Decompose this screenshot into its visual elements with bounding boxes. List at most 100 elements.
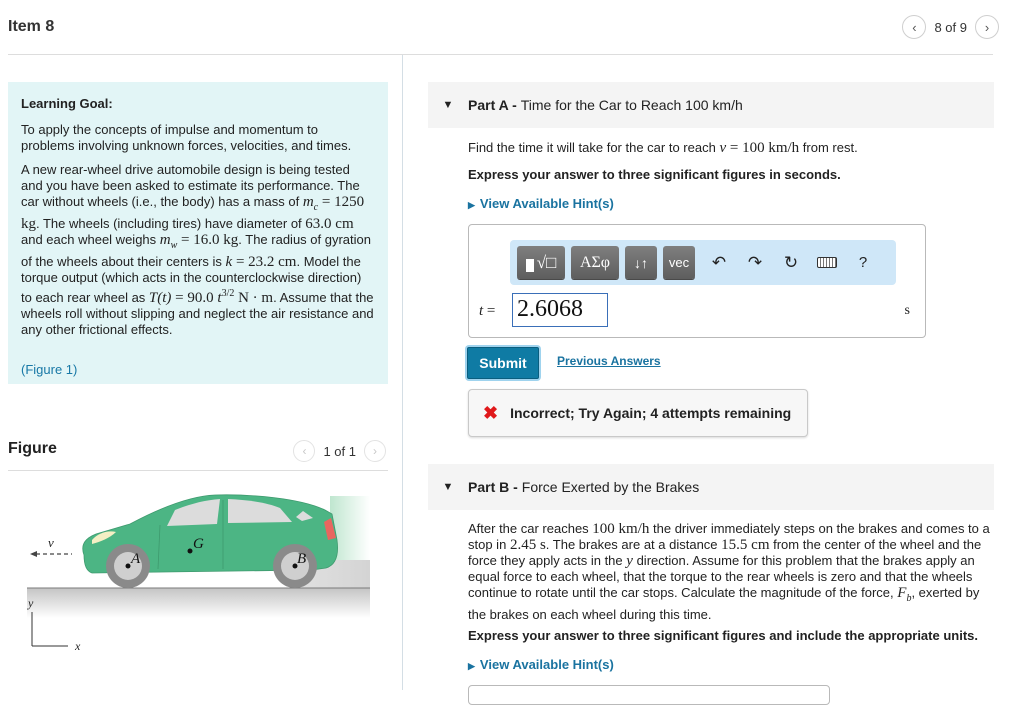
label-b: B xyxy=(297,551,306,567)
chevron-right-icon: › xyxy=(984,19,990,35)
redo-button[interactable]: ↷ xyxy=(737,246,773,279)
figure-pager-text: 1 of 1 xyxy=(323,443,356,459)
item-header: Item 8 ‹ 8 of 9 › xyxy=(0,0,1013,55)
math-toolbar: √□ ΑΣφ ↓↑ vec ↶ ↷ ↻ ? xyxy=(510,240,896,285)
label-x: x xyxy=(74,639,81,653)
part-a-hint: ▶ View Available Hint(s) xyxy=(468,196,993,213)
label-v: v xyxy=(48,535,54,550)
gyration-value: = 23.2 cm xyxy=(232,254,297,270)
part-a-label: Part A - xyxy=(468,97,517,113)
part-a-header[interactable]: ▼ Part A - Time for the Car to Reach 100… xyxy=(428,82,994,128)
keyboard-button[interactable] xyxy=(809,246,845,279)
label-g: G xyxy=(193,536,204,552)
direction-variable: y xyxy=(626,553,633,569)
stop-time-value: 2.45 s xyxy=(509,537,546,553)
figure-pager: ‹ 1 of 1 › xyxy=(293,440,386,462)
part-a-prompt: Find the time it will take for the car t… xyxy=(468,140,993,156)
reset-button[interactable]: ↻ xyxy=(773,246,809,279)
greek-symbols-button[interactable]: ΑΣφ xyxy=(571,246,619,279)
item-title: Item 8 xyxy=(8,18,55,35)
answer-input[interactable]: 2.6068 xyxy=(512,293,608,327)
problem-text: and each wheel weighs xyxy=(21,232,157,247)
diameter-value: 63.0 cm xyxy=(305,216,354,232)
gyration-expression: k = 23.2 cm xyxy=(226,254,297,270)
wheel-mass-expression: mw = 16.0 kg xyxy=(159,232,239,251)
chevron-right-icon: › xyxy=(373,444,377,458)
keyboard-icon xyxy=(817,257,837,268)
part-b-instruction: Express your answer to three significant… xyxy=(468,628,978,643)
answer-label: t = xyxy=(479,303,495,320)
chevron-left-icon: ‹ xyxy=(912,19,917,35)
radical-icon: √□ xyxy=(536,252,557,272)
template-block-icon xyxy=(525,259,534,272)
caret-right-icon: ▶ xyxy=(468,200,475,210)
learning-goal-intro: To apply the concepts of impulse and mom… xyxy=(21,122,352,153)
point-g-marker xyxy=(187,548,193,554)
answer-box: √□ ΑΣφ ↓↑ vec ↶ ↷ ↻ ? t = 2.6068 s xyxy=(468,224,926,338)
view-hints-link[interactable]: ▶ View Available Hint(s) xyxy=(468,657,614,672)
brake-distance-value: 15.5 cm xyxy=(721,537,770,553)
problem-text: . The wheels (including tires) have diam… xyxy=(36,216,302,231)
subscript-superscript-button[interactable]: ↓↑ xyxy=(625,246,657,279)
item-pager: ‹ 8 of 9 › xyxy=(902,15,999,39)
point-a-marker xyxy=(125,563,131,569)
next-item-button[interactable]: › xyxy=(975,15,999,39)
figure-1-link[interactable]: (Figure 1) xyxy=(21,362,77,378)
prompt-text: After the car reaches xyxy=(468,521,589,536)
previous-item-button[interactable]: ‹ xyxy=(902,15,927,39)
view-hints-link[interactable]: ▶ View Available Hint(s) xyxy=(468,196,614,211)
undo-icon: ↶ xyxy=(711,252,727,272)
feedback-message: ✖ Incorrect; Try Again; 4 attempts remai… xyxy=(468,389,808,437)
mass-symbol: m xyxy=(302,194,314,210)
redo-icon: ↷ xyxy=(747,252,763,272)
speed-value: 100 km/h xyxy=(592,521,650,537)
torque-exponent: 3/2 xyxy=(221,288,235,299)
label-a: A xyxy=(130,551,141,567)
feedback-text: Incorrect; Try Again; 4 attempts remaini… xyxy=(510,405,792,421)
wheel-mass-value: = 16.0 kg xyxy=(177,232,239,248)
figure-divider xyxy=(8,470,388,471)
prompt-text: Find the time it will take for the car t… xyxy=(468,140,716,155)
caret-down-icon: ▼ xyxy=(442,481,454,493)
answer-unit: s xyxy=(904,303,910,318)
learning-goal-heading: Learning Goal: xyxy=(21,96,113,111)
next-figure-button[interactable]: › xyxy=(364,440,386,462)
part-b-answer-box xyxy=(468,685,830,705)
answer-equals: = xyxy=(483,303,496,319)
problem-statement: A new rear-wheel drive automobile design… xyxy=(21,162,375,338)
previous-figure-button[interactable]: ‹ xyxy=(293,440,316,462)
chevron-left-icon: ‹ xyxy=(302,444,307,458)
torque-lhs: T(t) xyxy=(148,290,172,306)
torque-coefficient: = 90.0 xyxy=(171,290,218,306)
velocity-arrowhead xyxy=(30,551,37,557)
part-b-hint: ▶ View Available Hint(s) xyxy=(468,657,993,674)
hint-link-label: View Available Hint(s) xyxy=(479,657,614,672)
figure-header: Figure ‹ 1 of 1 › xyxy=(8,438,388,470)
brake-force-symbol: Fb xyxy=(897,585,911,604)
part-b-title: Force Exerted by the Brakes xyxy=(521,479,700,495)
part-a-title: Time for the Car to Reach 100 km/h xyxy=(520,97,743,113)
ground xyxy=(27,588,370,618)
submit-button[interactable]: Submit xyxy=(467,347,539,379)
item-pager-text: 8 of 9 xyxy=(934,19,967,35)
column-divider xyxy=(402,55,403,690)
help-button[interactable]: ? xyxy=(845,246,881,279)
part-b-prompt: After the car reaches 100 km/h the drive… xyxy=(468,521,993,623)
vector-button[interactable]: vec xyxy=(663,246,695,279)
header-divider xyxy=(8,54,993,55)
part-b-label: Part B - xyxy=(468,479,518,495)
caret-down-icon: ▼ xyxy=(442,99,454,111)
car-figure: A B G v y x xyxy=(27,494,370,653)
reset-icon: ↻ xyxy=(783,252,799,272)
velocity-value: = 100 km/h xyxy=(726,140,800,156)
previous-answers-link[interactable]: Previous Answers xyxy=(557,354,661,368)
part-b-header[interactable]: ▼ Part B - Force Exerted by the Brakes xyxy=(428,464,994,510)
learning-goal-panel: Learning Goal: To apply the concepts of … xyxy=(8,82,388,384)
caret-right-icon: ▶ xyxy=(468,661,475,671)
undo-button[interactable]: ↶ xyxy=(701,246,737,279)
label-y: y xyxy=(27,596,34,610)
hint-link-label: View Available Hint(s) xyxy=(479,196,614,211)
templates-button[interactable]: √□ xyxy=(517,246,565,279)
wheel-mass-symbol: m xyxy=(159,232,171,248)
part-a-instruction: Express your answer to three significant… xyxy=(468,167,841,182)
